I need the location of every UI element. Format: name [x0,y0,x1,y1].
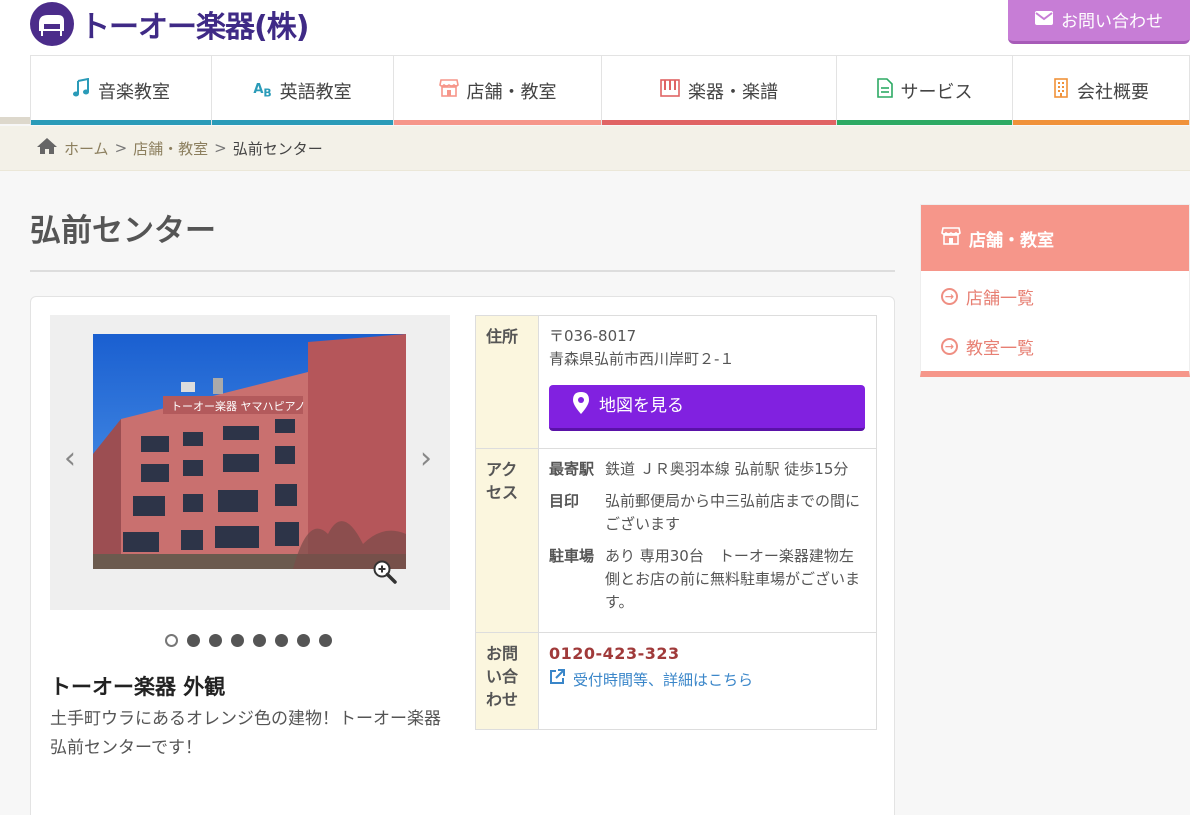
address-label: 住所 [476,316,539,448]
slider-next-icon[interactable]: › [420,441,432,476]
title-divider [30,270,895,272]
store-info-table: 住所 〒036-8017 青森県弘前市西川岸町２-１ 地図を見る アクセス 最寄… [475,315,877,730]
breadcrumb-section[interactable]: 店舗・教室 [133,138,208,159]
sidebar: 店舗・教室 → 店舗一覧 → 教室一覧 [920,204,1190,377]
contact-label: お問い合わせ [476,633,539,729]
access-key: 目印 [549,492,580,510]
site-logo[interactable]: トーオー楽器(株) [30,2,309,46]
breadcrumb: ホーム > 店舗・教室 > 弘前センター [0,126,1190,171]
access-row: アクセス 最寄駅 鉄道 ＪＲ奥羽本線 弘前駅 徒歩15分 目印 弘前郵便局から中… [476,449,876,633]
breadcrumb-home[interactable]: ホーム [64,138,109,159]
abc-icon: AB [253,81,272,100]
store-photo[interactable]: トーオー楽器 ヤマハピアノ [93,334,406,569]
map-pin-icon [573,392,589,421]
home-icon[interactable] [36,137,58,159]
sidebar-title: 店舗・教室 [969,230,1054,251]
view-map-button[interactable]: 地図を見る [549,385,865,431]
circle-arrow-right-icon: → [941,287,958,305]
access-key: 駐車場 [549,547,595,565]
slider-dot[interactable] [231,634,244,647]
nav-english-school[interactable]: AB 英語教室 [212,56,394,125]
nav-label: 会社概要 [1077,81,1149,103]
external-link-icon [549,669,565,692]
access-value: 鉄道 ＪＲ奥羽本線 弘前駅 徒歩15分 [605,460,849,478]
piano-keys-icon [660,79,680,102]
slider-dot[interactable] [297,634,310,647]
slider-dots [165,634,332,647]
phone-number[interactable]: 0120-423-323 [549,642,866,665]
slider-dot[interactable] [187,634,200,647]
sidebar-item-school-list[interactable]: → 教室一覧 [921,321,1189,371]
slider-dot[interactable] [209,634,222,647]
brand-name: トーオー楽器(株) [80,10,309,45]
slider-dot[interactable] [275,634,288,647]
hours-link-label: 受付時間等、詳細はこちら [573,671,754,689]
hours-link[interactable]: 受付時間等、詳細はこちら [549,669,866,692]
breadcrumb-separator: > [114,139,128,157]
sidebar-item-store-list[interactable]: → 店舗一覧 [921,271,1189,321]
address-line: 青森県弘前市西川岸町２-１ [549,350,735,368]
nav-music-school[interactable]: 音楽教室 [30,56,212,125]
access-item: 目印 弘前郵便局から中三弘前店までの間にございます [549,490,866,536]
access-item: 駐車場 あり 専用30台 トーオー楽器建物左側とお店の前に無料駐車場がございます… [549,545,866,614]
slider-prev-icon[interactable]: ‹ [64,441,76,476]
document-icon [876,78,893,103]
zoom-in-icon[interactable] [372,559,398,589]
site-header: トーオー楽器(株) お問い合わせ 音楽教室 AB 英語教室 店舗・教室 楽器・楽… [0,0,1190,125]
contact-row: お問い合わせ 0120-423-323 受付時間等、詳細はこちら [476,633,876,729]
circle-arrow-right-icon: → [941,337,958,355]
page-title: 弘前センター [30,213,216,249]
nav-stores[interactable]: 店舗・教室 [394,56,602,125]
nav-label: サービス [900,81,973,103]
nav-label: 英語教室 [279,81,352,103]
store-card: ‹ トーオー楽器 ヤマハピアノ › トーオー楽器 外観 土手町ウラにあるオレンジ… [30,296,895,815]
building-icon [1053,78,1069,103]
access-item: 最寄駅 鉄道 ＪＲ奥羽本線 弘前駅 徒歩15分 [549,458,866,481]
nav-left-strip [0,117,30,124]
contact-label: お問い合わせ [1061,12,1163,32]
nav-label: 店舗・教室 [466,81,557,103]
access-label: アクセス [476,449,539,632]
sidebar-header: 店舗・教室 [921,205,1189,271]
nav-services[interactable]: サービス [837,56,1013,125]
access-value: あり 専用30台 トーオー楽器建物左側とお店の前に無料駐車場がございます。 [605,547,861,611]
photo-caption-text: 土手町ウラにあるオレンジ色の建物！トーオー楽器 弘前センターです！ [50,709,441,758]
contact-button[interactable]: お問い合わせ [1008,0,1190,44]
building-sign: トーオー楽器 ヤマハピアノ [171,400,306,413]
sidebar-item-label: 教室一覧 [966,338,1034,359]
sidebar-item-label: 店舗一覧 [966,288,1034,309]
music-note-icon [72,77,90,103]
slider-dot[interactable] [253,634,266,647]
breadcrumb-separator: > [214,139,227,157]
nav-instruments[interactable]: 楽器・楽譜 [602,56,837,125]
slider-dot[interactable] [319,634,332,647]
global-nav: 音楽教室 AB 英語教室 店舗・教室 楽器・楽譜 サービス 会社概要 [30,55,1190,125]
access-key: 最寄駅 [549,460,595,478]
nav-label: 楽器・楽譜 [688,81,778,103]
slider-dot[interactable] [165,634,178,647]
store-icon [941,226,961,251]
photo-slider: ‹ トーオー楽器 ヤマハピアノ › [50,315,450,610]
nav-company[interactable]: 会社概要 [1013,56,1190,125]
map-button-label: 地図を見る [599,396,684,416]
mail-icon [1035,10,1053,30]
breadcrumb-current: 弘前センター [232,139,323,158]
access-value: 弘前郵便局から中三弘前店までの間にございます [605,492,861,533]
nav-label: 音楽教室 [98,81,170,103]
photo-caption-title: トーオー楽器 外観 [50,675,226,699]
postal-code: 〒036-8017 [549,327,637,345]
store-icon [438,78,459,103]
piano-logo-icon [30,2,74,46]
address-row: 住所 〒036-8017 青森県弘前市西川岸町２-１ 地図を見る [476,316,876,449]
